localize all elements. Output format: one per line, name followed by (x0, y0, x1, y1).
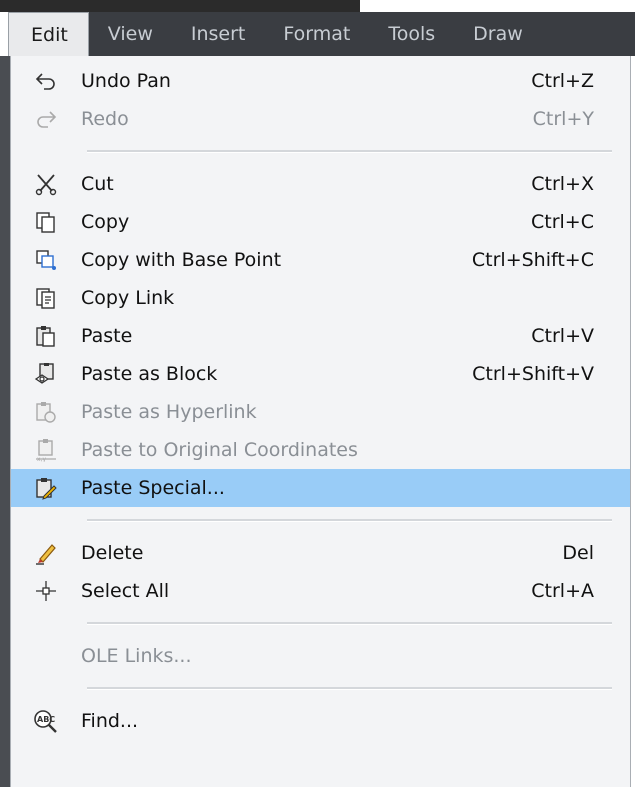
menu-item-copy[interactable]: Copy Ctrl+C (11, 203, 630, 241)
background-edge (0, 56, 10, 787)
menu-item-paste-special[interactable]: Paste Special... (11, 469, 630, 507)
menu-item-undo[interactable]: Undo Pan Ctrl+Z (11, 62, 630, 100)
menu-item-paste[interactable]: Paste Ctrl+V (11, 317, 630, 355)
menu-item-label: Paste Special... (81, 477, 225, 499)
menu-separator (87, 622, 612, 625)
menu-item-copy-link[interactable]: Copy Link (11, 279, 630, 317)
menu-item-shortcut: Ctrl+V (531, 325, 594, 347)
paste-icon (11, 317, 81, 355)
paste-block-icon (11, 355, 81, 393)
copy-base-point-icon (11, 241, 81, 279)
menu-item-label: OLE Links... (81, 645, 192, 667)
menu-item-label: Paste to Original Coordinates (81, 439, 358, 461)
menu-item-label: Copy with Base Point (81, 249, 282, 271)
paste-coordinates-icon: x,y (11, 431, 81, 469)
menu-item-copy-with-base-point[interactable]: Copy with Base Point Ctrl+Shift+C (11, 241, 630, 279)
menu-item-shortcut: Ctrl+X (531, 173, 594, 195)
menu-item-label: Copy (81, 211, 130, 233)
menu-separator (87, 519, 612, 522)
menu-item-label: Paste as Hyperlink (81, 401, 257, 423)
menu-item-shortcut: Ctrl+Shift+V (472, 363, 594, 385)
menu-item-shortcut: Ctrl+C (531, 211, 594, 233)
menu-item-shortcut: Ctrl+Shift+C (471, 249, 594, 271)
menu-item-label: Cut (81, 173, 114, 195)
menu-item-paste-as-hyperlink[interactable]: Paste as Hyperlink (11, 393, 630, 431)
menu-item-redo[interactable]: Redo Ctrl+Y (11, 100, 630, 138)
menubar-insert[interactable]: Insert (172, 12, 265, 56)
menu-item-label: Paste (81, 325, 133, 347)
copy-icon (11, 203, 81, 241)
menu-item-shortcut: Del (562, 542, 594, 564)
menu-separator (87, 687, 612, 690)
menu-item-label: Redo (81, 108, 129, 130)
menu-item-paste-as-block[interactable]: Paste as Block Ctrl+Shift+V (11, 355, 630, 393)
menu-item-label: Find... (81, 710, 139, 732)
menu-item-cut[interactable]: Cut Ctrl+X (11, 165, 630, 203)
eraser-icon (11, 534, 81, 572)
menubar-view[interactable]: View (89, 12, 172, 56)
menu-item-select-all[interactable]: Select All Ctrl+A (11, 572, 630, 610)
menubar-edit[interactable]: Edit (8, 12, 89, 56)
blank-icon-slot (11, 637, 81, 675)
crosshair-icon (11, 572, 81, 610)
menu-item-shortcut: Ctrl+A (531, 580, 594, 602)
edit-dropdown-menu: Undo Pan Ctrl+Z Redo Ctrl+Y Cut Ctrl+X C… (10, 56, 631, 787)
window-top-strip (0, 0, 360, 12)
redo-icon (11, 100, 81, 138)
menu-separator (87, 150, 612, 153)
copy-link-icon (11, 279, 81, 317)
menubar-tools[interactable]: Tools (369, 12, 454, 56)
menubar-draw[interactable]: Draw (454, 12, 542, 56)
menu-item-find[interactable]: ABC Find... (11, 702, 630, 740)
svg-text:x,y: x,y (37, 456, 46, 462)
paste-hyperlink-icon (11, 393, 81, 431)
scissors-icon (11, 165, 81, 203)
screenshot-stage: Edit View Insert Format Tools Draw Undo … (0, 0, 635, 787)
svg-text:ABC: ABC (37, 715, 55, 724)
menu-item-ole-links[interactable]: OLE Links... (11, 637, 630, 675)
menu-item-label: Delete (81, 542, 144, 564)
menu-item-label: Copy Link (81, 287, 175, 309)
menu-bar: Edit View Insert Format Tools Draw (8, 12, 635, 56)
menu-item-shortcut: Ctrl+Y (532, 108, 594, 130)
menu-item-label: Select All (81, 580, 170, 602)
menu-item-paste-to-original-coordinates[interactable]: x,y Paste to Original Coordinates (11, 431, 630, 469)
menu-item-label: Paste as Block (81, 363, 218, 385)
paste-special-icon (11, 469, 81, 507)
menubar-format[interactable]: Format (264, 12, 369, 56)
menu-item-delete[interactable]: Delete Del (11, 534, 630, 572)
find-icon: ABC (11, 702, 81, 740)
menu-item-shortcut: Ctrl+Z (531, 70, 594, 92)
undo-icon (11, 62, 81, 100)
menu-item-label: Undo Pan (81, 70, 171, 92)
